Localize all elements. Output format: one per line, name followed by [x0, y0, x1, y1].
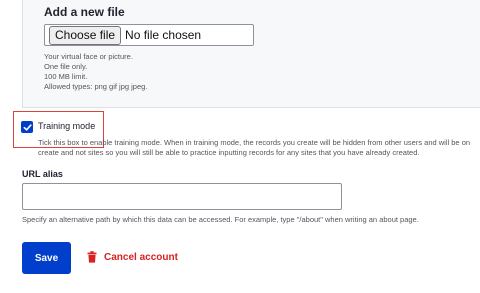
choose-file-button[interactable]: Choose file [49, 25, 122, 45]
cancel-account-link[interactable]: Cancel account [87, 251, 178, 263]
file-help-line: Your virtual face or picture. [44, 52, 133, 61]
check-icon [23, 123, 32, 131]
file-input[interactable]: Choose file No file chosen [44, 24, 254, 46]
training-desc-line: create and not sites so you will still b… [38, 148, 420, 157]
cancel-account-label[interactable]: Cancel account [104, 252, 178, 263]
training-mode-label[interactable]: Training mode [38, 121, 95, 131]
training-desc-line: Tick this box to enable training mode. W… [38, 138, 471, 147]
trash-icon [87, 251, 97, 263]
training-mode-description: Tick this box to enable training mode. W… [38, 138, 480, 158]
file-help-line: 100 MB limit. [44, 72, 88, 81]
url-alias-title: URL alias [22, 169, 63, 179]
url-alias-description: Specify an alternative path by which thi… [22, 215, 419, 224]
file-help-line: Allowed types: png gif jpg jpeg. [44, 82, 148, 91]
add-file-title: Add a new file [44, 5, 125, 19]
url-alias-input[interactable] [22, 183, 342, 210]
file-help-line: One file only. [44, 62, 88, 71]
file-help-text: Your virtual face or picture. One file o… [44, 52, 147, 92]
save-button[interactable]: Save [22, 242, 71, 274]
file-status-text: No file chosen [125, 28, 202, 42]
training-mode-checkbox[interactable] [21, 121, 33, 133]
